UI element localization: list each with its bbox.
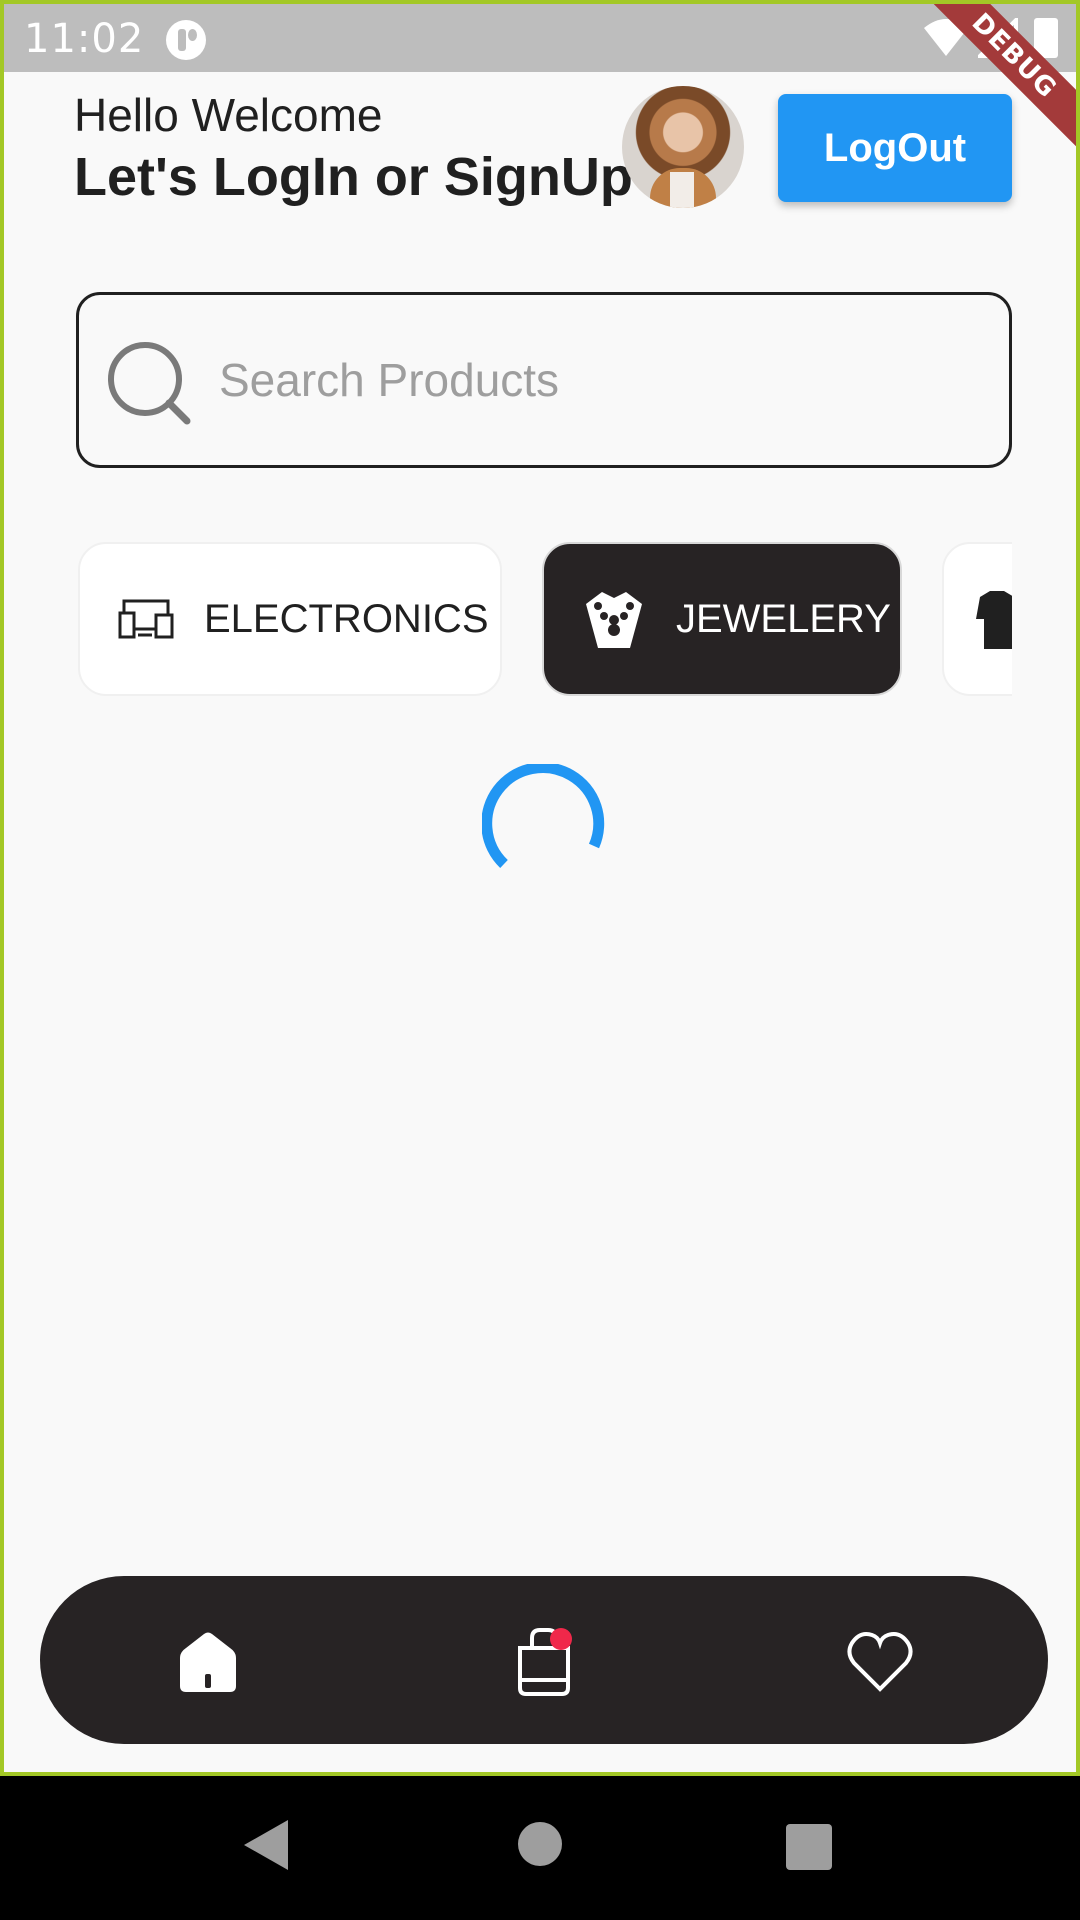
nav-cart[interactable] bbox=[504, 1622, 584, 1702]
cart-badge bbox=[550, 1628, 572, 1650]
app-screen: 11:02 DEBUG Hello Welcome Let's LogIn or… bbox=[0, 0, 1080, 1776]
category-label: JEWELERY bbox=[676, 596, 891, 641]
search-bar[interactable] bbox=[76, 292, 1012, 468]
loading-spinner bbox=[482, 764, 605, 868]
category-jewelery[interactable]: JEWELERY bbox=[542, 542, 902, 696]
nav-home[interactable] bbox=[168, 1622, 248, 1702]
necklace-icon bbox=[582, 584, 646, 654]
logout-button[interactable]: LogOut bbox=[778, 94, 1012, 202]
status-time: 11:02 bbox=[24, 16, 145, 62]
recents-button[interactable] bbox=[786, 1824, 832, 1870]
category-list: ELECTRONICS JEWELERY bbox=[76, 542, 1012, 698]
back-icon[interactable] bbox=[244, 1820, 288, 1870]
category-men[interactable] bbox=[942, 542, 1012, 696]
shirt-icon bbox=[974, 589, 1012, 649]
nav-favorites[interactable] bbox=[840, 1622, 920, 1702]
home-icon bbox=[180, 1632, 236, 1692]
greeting-text: Hello Welcome bbox=[74, 89, 383, 141]
system-navigation-bar bbox=[0, 1776, 1080, 1920]
devices-icon bbox=[118, 599, 174, 639]
category-electronics[interactable]: ELECTRONICS bbox=[78, 542, 502, 696]
page-title: Let's LogIn or SignUp bbox=[74, 147, 633, 207]
system-home-button[interactable] bbox=[518, 1822, 562, 1866]
avatar[interactable] bbox=[622, 86, 744, 208]
status-bar: 11:02 bbox=[4, 4, 1076, 72]
search-icon bbox=[108, 342, 191, 425]
category-label: ELECTRONICS bbox=[204, 596, 489, 641]
bottom-navigation bbox=[40, 1576, 1048, 1744]
search-input[interactable] bbox=[219, 345, 979, 415]
heart-icon bbox=[847, 1632, 913, 1692]
app-notification-icon bbox=[166, 20, 206, 60]
